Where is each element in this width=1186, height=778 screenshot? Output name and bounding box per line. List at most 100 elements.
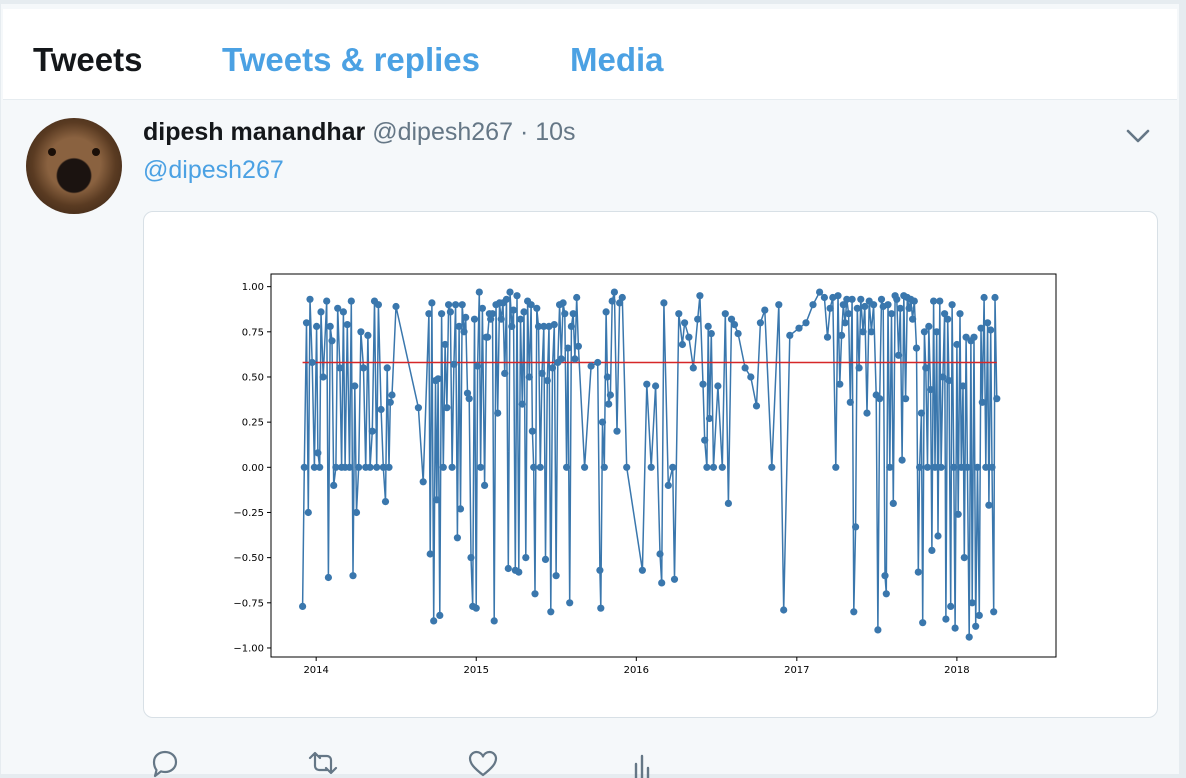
data-point [850,608,858,616]
data-point [494,409,502,417]
y-tick-label: −0.50 [233,553,264,564]
data-point [786,331,794,339]
avatar[interactable] [26,118,122,214]
tab-media[interactable]: Media [570,41,664,79]
data-point [834,292,842,300]
data-point [705,414,714,423]
data-point [836,380,844,388]
data-point [428,299,436,307]
data-point [474,362,482,370]
data-point [563,463,571,471]
data-point [313,322,321,330]
data-point [502,295,511,303]
data-point [506,288,514,296]
data-point [870,301,878,309]
data-point [947,602,955,610]
data-point [550,321,558,329]
data-point [383,364,391,372]
data-point [359,364,368,372]
data-point [916,463,924,471]
data-point [364,331,372,339]
data-point [319,373,327,381]
data-point [936,297,944,305]
data-point [513,292,521,300]
data-point [898,456,906,464]
data-point [963,463,972,471]
chevron-down-icon[interactable] [1122,120,1154,152]
data-point [978,398,986,406]
data-point [984,319,992,327]
data-point [909,315,917,323]
data-point [606,391,614,399]
y-tick-label: 0.25 [242,418,264,429]
tweet-text-mention[interactable]: @dipesh267 [143,154,284,186]
data-point [567,322,575,330]
data-point [314,449,322,457]
data-point [988,463,996,471]
data-point [823,333,832,341]
user-name[interactable]: dipesh manandhar [143,118,365,146]
data-point [887,310,896,318]
data-point [541,555,550,563]
data-point [707,330,715,338]
data-point [968,599,976,607]
data-point [652,382,660,390]
data-point [741,364,749,372]
data-point [973,463,982,471]
data-point [436,611,444,619]
data-point [441,340,449,349]
data-point [552,572,560,580]
data-point [600,463,608,471]
tweet-timestamp[interactable]: 10s [535,118,575,146]
data-point [581,463,589,471]
avatar-eye-left [48,148,56,156]
data-point [587,362,595,370]
data-point [484,333,492,341]
data-point [564,344,572,352]
line-chart: 2014 2015 2016 2017 2018 1.00 0.75 0.50 0.25 0.00… [233,273,1057,676]
data-point [658,579,666,587]
y-tick-label: −0.75 [233,598,264,609]
data-point [596,566,604,574]
data-point [826,304,834,312]
data-point [730,321,739,329]
tab-tweets-and-replies[interactable]: Tweets & replies [222,41,480,79]
user-handle[interactable]: @dipesh267 [372,118,513,146]
data-point [516,315,525,323]
data-point [933,328,941,336]
data-point [610,288,618,296]
data-point [895,351,903,359]
data-point [954,510,962,518]
data-point [472,604,480,612]
data-point [306,295,314,303]
data-point [450,360,458,368]
data-point [548,364,557,372]
tab-tweets[interactable]: Tweets [33,41,142,79]
data-point [985,501,993,509]
data-point [605,400,613,408]
data-point [675,310,683,318]
x-tick-label: 2016 [624,665,649,676]
data-point [533,304,541,312]
data-point [896,304,904,312]
data-point [490,617,498,625]
data-point [647,463,655,471]
data-point [458,301,466,309]
data-point [696,292,704,300]
data-point [460,328,468,336]
data-point [859,328,867,336]
data-point [345,463,354,471]
tweet[interactable]: dipesh manandhar @dipesh267 · 10s @dipes… [0,96,1178,778]
data-point [670,575,679,583]
data-point [838,331,846,339]
tweet-media-chart[interactable]: 2014 2015 2016 2017 2018 1.00 0.75 0.50 0.25 0.00… [143,211,1158,718]
data-point [594,358,602,367]
data-point [475,288,483,296]
profile-tabs: Tweets Tweets & replies Media [3,9,1177,100]
y-tick-label: −0.25 [233,508,264,519]
x-tick-label: 2014 [303,665,328,676]
data-point [934,532,942,540]
data-point [775,301,783,309]
data-point [956,310,964,318]
data-point [902,395,910,403]
